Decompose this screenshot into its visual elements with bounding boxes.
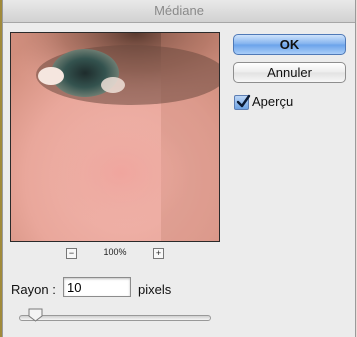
radius-unit-label: pixels bbox=[138, 282, 172, 297]
ok-button[interactable]: OK bbox=[233, 34, 346, 55]
preview-checkbox-label: Aperçu bbox=[252, 94, 294, 109]
preview-image[interactable] bbox=[10, 32, 220, 242]
median-filter-dialog: Médiane − 100% + OK Annuler Aperçu Rayon… bbox=[3, 0, 355, 337]
zoom-out-button[interactable]: − bbox=[66, 248, 77, 259]
title-bar[interactable]: Médiane bbox=[3, 0, 355, 23]
zoom-level: 100% bbox=[103, 247, 127, 257]
preview-checkbox[interactable] bbox=[234, 94, 251, 110]
radius-label: Rayon : bbox=[11, 282, 56, 297]
radius-slider-thumb[interactable] bbox=[28, 308, 43, 322]
radius-slider-track[interactable] bbox=[19, 315, 211, 321]
preview-photo bbox=[11, 33, 219, 241]
dialog-title: Médiane bbox=[154, 3, 204, 18]
cancel-button[interactable]: Annuler bbox=[233, 62, 346, 83]
radius-input[interactable] bbox=[63, 277, 131, 297]
zoom-in-button[interactable]: + bbox=[153, 248, 164, 259]
checkmark-icon bbox=[236, 94, 251, 108]
